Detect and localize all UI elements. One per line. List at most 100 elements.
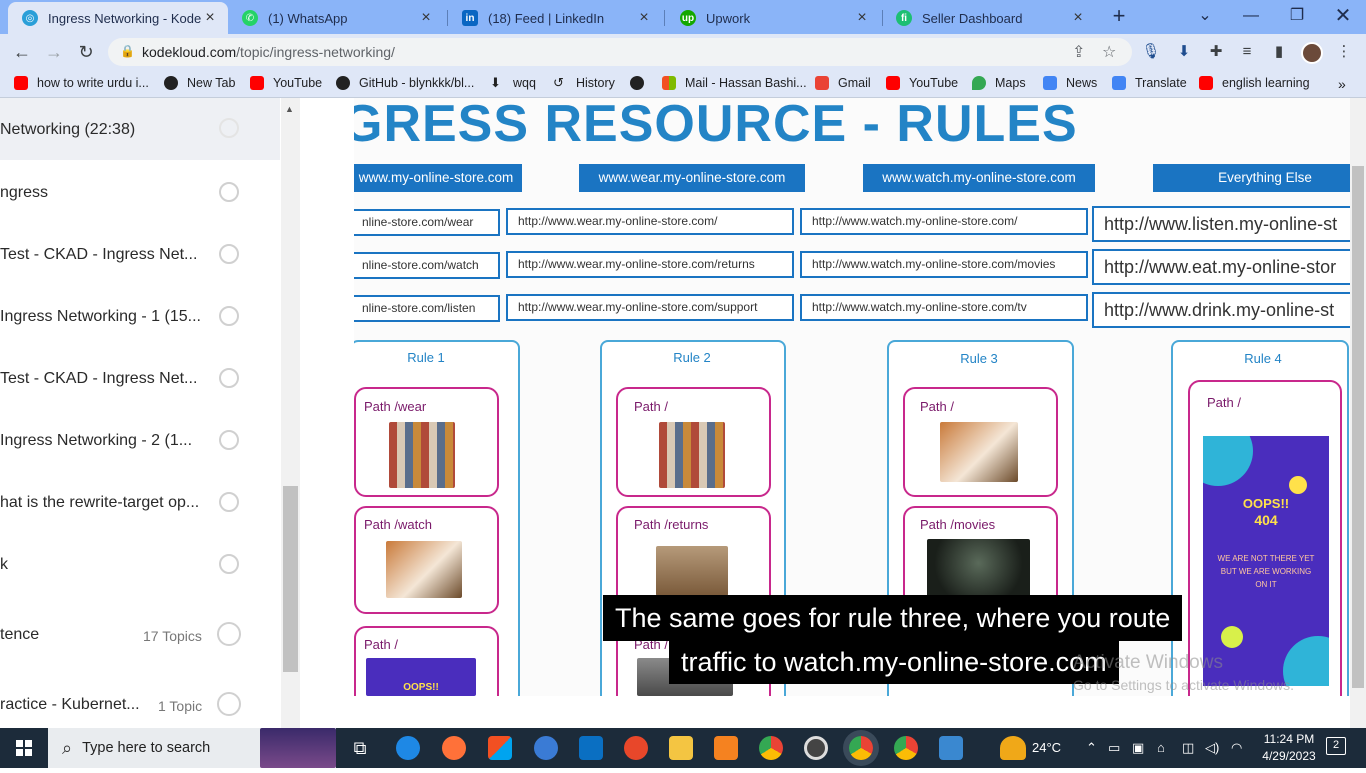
bookmark-label: GitHub - blynkkk/bl... bbox=[359, 76, 475, 90]
avatar[interactable] bbox=[1301, 42, 1323, 64]
minimize-button[interactable]: — bbox=[1228, 4, 1274, 28]
media-control-icon[interactable]: ≡ bbox=[1236, 41, 1258, 63]
show-hidden-icons-icon[interactable]: ⌃ bbox=[1086, 740, 1097, 756]
weather-temperature[interactable]: 24°C bbox=[1032, 740, 1061, 755]
new-tab-button[interactable]: + bbox=[1096, 4, 1142, 28]
volume-icon[interactable]: ◁) bbox=[1205, 740, 1219, 756]
bookmark-item[interactable]: News bbox=[1043, 76, 1097, 90]
back-button[interactable]: ← bbox=[8, 38, 36, 66]
list-item[interactable]: Test - CKAD - Ingress Net... bbox=[0, 224, 280, 286]
tab-kodekloud[interactable]: ◎ Ingress Networking - KodeKl × bbox=[8, 2, 228, 34]
bookmark-item[interactable]: Mail - Hassan Bashi... bbox=[662, 76, 807, 90]
skype-icon[interactable] bbox=[534, 736, 558, 760]
list-item[interactable]: Test - CKAD - Ingress Net... bbox=[0, 348, 280, 410]
list-item[interactable]: Ingress Networking - 1 (15... bbox=[0, 286, 280, 348]
host-header: www.wear.my-online-store.com bbox=[579, 164, 805, 192]
bookmark-label: Translate bbox=[1135, 76, 1187, 90]
close-icon[interactable]: × bbox=[636, 9, 652, 27]
list-item[interactable]: hat is the rewrite-target op... bbox=[0, 472, 280, 534]
mail-icon[interactable] bbox=[579, 736, 603, 760]
close-icon[interactable]: × bbox=[854, 9, 870, 27]
bookmark-item[interactable]: english learning bbox=[1199, 76, 1310, 90]
video-player[interactable]: GRESS RESOURCE - RULES www.my-online-sto… bbox=[354, 98, 1350, 696]
bookmark-item[interactable]: Translate bbox=[1112, 76, 1187, 90]
tab-upwork[interactable]: up Upwork × bbox=[666, 2, 880, 34]
close-icon[interactable]: × bbox=[418, 9, 434, 27]
device-icon[interactable]: ▣ bbox=[1132, 740, 1144, 756]
reload-button[interactable]: ↻ bbox=[72, 38, 100, 66]
task-view-icon[interactable]: ⧉ bbox=[348, 736, 372, 760]
restore-button[interactable]: ❐ bbox=[1274, 4, 1320, 28]
page-scrollbar-thumb[interactable] bbox=[1352, 166, 1364, 688]
bookmark-item[interactable]: how to write urdu i... bbox=[14, 76, 149, 90]
firefox-icon[interactable] bbox=[442, 736, 466, 760]
tab-whatsapp[interactable]: ✆ (1) WhatsApp × bbox=[228, 2, 444, 34]
bookmark-item[interactable]: New Tab bbox=[164, 76, 235, 90]
menu-kebab-icon[interactable]: ⋮ bbox=[1333, 41, 1355, 63]
app-swirl-icon[interactable] bbox=[624, 736, 648, 760]
youtube-icon bbox=[14, 76, 28, 90]
bookmark-item[interactable]: Gmail bbox=[815, 76, 871, 90]
windows-start-button[interactable] bbox=[0, 728, 48, 768]
forward-button[interactable]: → bbox=[40, 38, 68, 66]
chrome-profile-icon[interactable] bbox=[894, 736, 918, 760]
battery-icon[interactable]: ▭ bbox=[1108, 740, 1120, 756]
settings-app-icon[interactable] bbox=[714, 736, 738, 760]
file-explorer-icon[interactable] bbox=[669, 736, 693, 760]
list-item[interactable]: ngress bbox=[0, 162, 280, 224]
usb-icon[interactable]: ⌂ bbox=[1157, 740, 1165, 755]
completion-circle-icon bbox=[219, 118, 239, 138]
address-bar[interactable]: 🔒 kodekloud.com/topic/ingress-networking… bbox=[108, 38, 1132, 66]
bookmark-item[interactable]: ↺ History bbox=[553, 76, 615, 91]
decorative-dot bbox=[1289, 476, 1307, 494]
taskbar-search-box[interactable]: ⌕ Type here to search bbox=[48, 728, 336, 768]
microsoft-store-icon[interactable] bbox=[488, 736, 512, 760]
camera-icon[interactable]: ◫ bbox=[1182, 740, 1194, 756]
bookmarks-overflow-icon[interactable]: » bbox=[1338, 76, 1346, 92]
whatsapp-icon: ✆ bbox=[242, 10, 258, 26]
close-window-button[interactable]: ✕ bbox=[1320, 4, 1366, 28]
tab-search-chevron-icon[interactable]: ⌄ bbox=[1182, 4, 1228, 28]
tab-label: Ingress Networking - KodeKl bbox=[48, 10, 202, 26]
side-panel-icon[interactable]: ▮ bbox=[1268, 41, 1290, 63]
section-item[interactable]: tence 17 Topics bbox=[0, 604, 280, 666]
bookmark-item[interactable]: ⬇ wqq bbox=[490, 75, 536, 91]
wifi-icon[interactable]: ◠ bbox=[1231, 740, 1242, 756]
obs-icon[interactable] bbox=[804, 736, 828, 760]
notification-center-icon[interactable]: 2 bbox=[1326, 737, 1346, 755]
download-extension-icon[interactable]: ⬇ bbox=[1173, 41, 1195, 63]
extensions-puzzle-icon[interactable]: ✚ bbox=[1205, 41, 1227, 63]
bookmark-label: New Tab bbox=[187, 76, 236, 90]
linkedin-icon: in bbox=[462, 10, 478, 26]
tab-linkedin[interactable]: in (18) Feed | LinkedIn × bbox=[448, 2, 662, 34]
chrome-icon[interactable] bbox=[759, 736, 783, 760]
clock-date[interactable]: 4/29/2023 bbox=[1261, 749, 1317, 763]
completion-circle-icon bbox=[217, 622, 241, 646]
edge-icon[interactable] bbox=[396, 736, 420, 760]
bookmark-item[interactable]: GitHub - blynkkk/bl... bbox=[336, 76, 474, 90]
download-icon: ⬇ bbox=[490, 75, 501, 90]
tab-seller-dashboard[interactable]: fi Seller Dashboard × bbox=[882, 2, 1096, 34]
microphone-icon[interactable]: 🎙 bbox=[1140, 41, 1162, 63]
list-item[interactable]: k bbox=[0, 534, 280, 596]
microsoft-icon bbox=[662, 76, 676, 90]
bookmark-item[interactable]: Maps bbox=[972, 76, 1026, 90]
bookmark-item[interactable] bbox=[630, 76, 653, 90]
bookmark-item[interactable]: YouTube bbox=[250, 76, 322, 90]
scroll-up-arrow-icon[interactable]: ▲ bbox=[285, 104, 294, 114]
list-item[interactable]: Networking (22:38) bbox=[0, 98, 280, 160]
bookmark-label: Gmail bbox=[838, 76, 871, 90]
chrome-profile-icon[interactable] bbox=[849, 736, 873, 760]
clock-time[interactable]: 11:24 PM bbox=[1261, 732, 1317, 746]
share-icon[interactable]: ⇪ bbox=[1072, 42, 1085, 62]
sidebar-scrollbar-thumb[interactable] bbox=[283, 486, 298, 672]
rule-label: Rule 3 bbox=[960, 351, 998, 366]
url-text[interactable]: kodekloud.com/topic/ingress-networking/ bbox=[142, 44, 395, 60]
close-icon[interactable]: × bbox=[1070, 9, 1086, 27]
photos-icon[interactable] bbox=[939, 736, 963, 760]
close-icon[interactable]: × bbox=[202, 9, 218, 27]
section-item[interactable]: ractice - Kubernet... 1 Topic bbox=[0, 674, 280, 728]
bookmark-item[interactable]: YouTube bbox=[886, 76, 958, 90]
list-item[interactable]: Ingress Networking - 2 (1... bbox=[0, 410, 280, 472]
bookmark-star-icon[interactable]: ☆ bbox=[1102, 42, 1116, 62]
